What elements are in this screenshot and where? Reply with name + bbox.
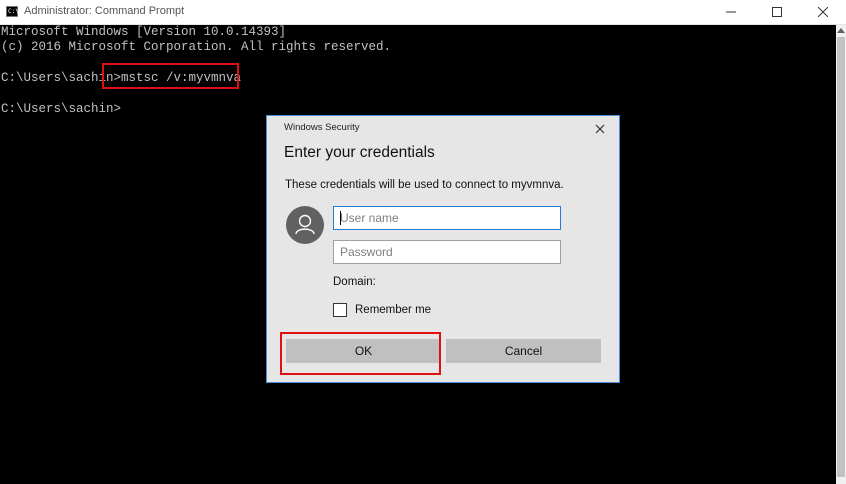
- close-icon: [818, 7, 828, 17]
- text-caret: [340, 211, 341, 225]
- remember-me-label[interactable]: Remember me: [355, 304, 431, 316]
- console-line: (c) 2016 Microsoft Corporation. All righ…: [1, 40, 392, 54]
- scroll-up-icon[interactable]: [837, 28, 845, 33]
- window-title: Administrator: Command Prompt: [24, 5, 185, 17]
- close-icon: [595, 124, 605, 134]
- maximize-icon: [772, 7, 782, 17]
- dialog-close-button[interactable]: [593, 122, 607, 136]
- username-placeholder: User name: [340, 211, 399, 225]
- username-input[interactable]: User name: [333, 206, 561, 230]
- scroll-thumb[interactable]: [837, 37, 845, 477]
- command-highlight-box: [102, 63, 239, 89]
- vertical-scrollbar[interactable]: [836, 25, 846, 484]
- ok-highlight-box: [280, 332, 441, 375]
- close-button[interactable]: [800, 0, 846, 24]
- maximize-button[interactable]: [754, 0, 800, 24]
- dialog-title: Enter your credentials: [284, 144, 435, 161]
- remember-me-checkbox[interactable]: [333, 303, 347, 317]
- dialog-header: Windows Security: [284, 122, 360, 133]
- cancel-button[interactable]: Cancel: [446, 339, 601, 363]
- domain-label: Domain:: [333, 276, 376, 288]
- minimize-icon: [726, 11, 736, 13]
- user-avatar-icon: [286, 206, 324, 244]
- command-prompt-icon: C:\: [6, 6, 19, 17]
- console-line: C:\Users\sachin>: [1, 102, 122, 116]
- password-placeholder: Password: [340, 245, 393, 259]
- password-input[interactable]: Password: [333, 240, 561, 264]
- window-title-bar: C:\ Administrator: Command Prompt: [0, 0, 846, 25]
- dialog-description: These credentials will be used to connec…: [285, 179, 564, 191]
- console-line: Microsoft Windows [Version 10.0.14393]: [1, 25, 287, 39]
- minimize-button[interactable]: [708, 0, 754, 24]
